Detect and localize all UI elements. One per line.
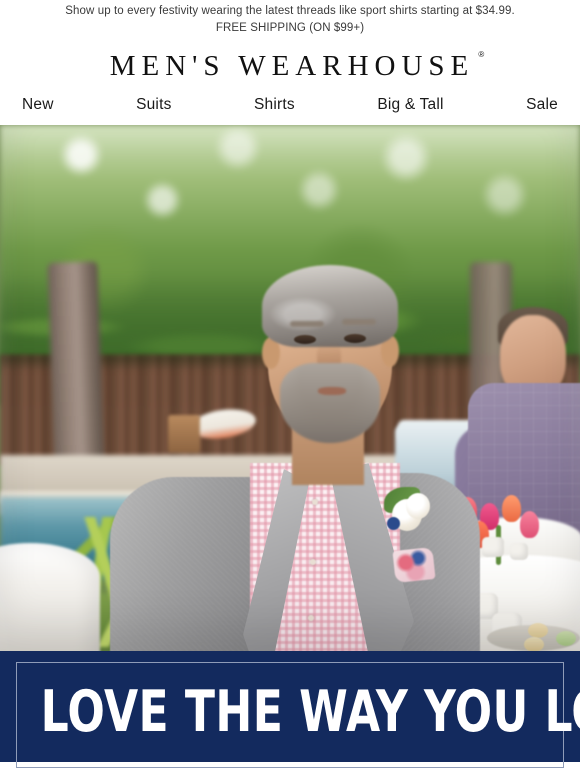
hero-floral-pocket-square	[392, 546, 436, 584]
hero-lips	[318, 387, 346, 395]
hero-macaron-1	[528, 623, 548, 638]
preheader-promo-text: Show up to every festivity wearing the l…	[65, 5, 515, 17]
hero-image[interactable]	[0, 125, 580, 651]
nav-item-suits[interactable]: Suits	[136, 95, 171, 115]
hero-eye-left	[294, 335, 316, 344]
nav-item-sale[interactable]: Sale	[526, 95, 558, 115]
nav-item-shirts[interactable]: Shirts	[254, 95, 295, 115]
main-navigation: New Suits Shirts Big & Tall Sale	[0, 89, 580, 125]
hero-white-rose-bud	[406, 493, 430, 519]
registered-trademark-icon: ®	[478, 50, 485, 59]
promo-banner-headline: LOVE THE WAY YOU LOOK	[40, 679, 580, 745]
hero-gray-hair	[262, 265, 398, 347]
hero-macaron-3	[556, 631, 576, 646]
preheader: Show up to every festivity wearing the l…	[0, 0, 580, 38]
hero-boutonniere-accent	[387, 517, 400, 530]
brand-logo-container[interactable]: MEN'S WEARHOUSE ®	[0, 38, 580, 89]
preheader-shipping-text: FREE SHIPPING (ON $99+)	[215, 22, 365, 34]
hero-eye-right	[344, 334, 366, 343]
promo-banner[interactable]: LOVE THE WAY YOU LOOK	[0, 651, 580, 768]
hero-brow-left	[290, 321, 324, 327]
brand-logo[interactable]: MEN'S WEARHOUSE ®	[106, 49, 485, 83]
hero-side-stool	[168, 415, 200, 453]
hero-macaron-2	[524, 637, 544, 651]
nav-item-new[interactable]: New	[22, 95, 54, 115]
brand-logo-text: MEN'S WEARHOUSE	[109, 50, 475, 82]
hero-cocktail-table-left	[0, 543, 100, 651]
hero-votive-2	[510, 543, 528, 560]
hero-gray-beard	[280, 363, 380, 443]
hero-brow-right	[342, 319, 376, 325]
hero-votive-1	[482, 537, 504, 557]
nav-item-big-and-tall[interactable]: Big & Tall	[377, 95, 443, 115]
